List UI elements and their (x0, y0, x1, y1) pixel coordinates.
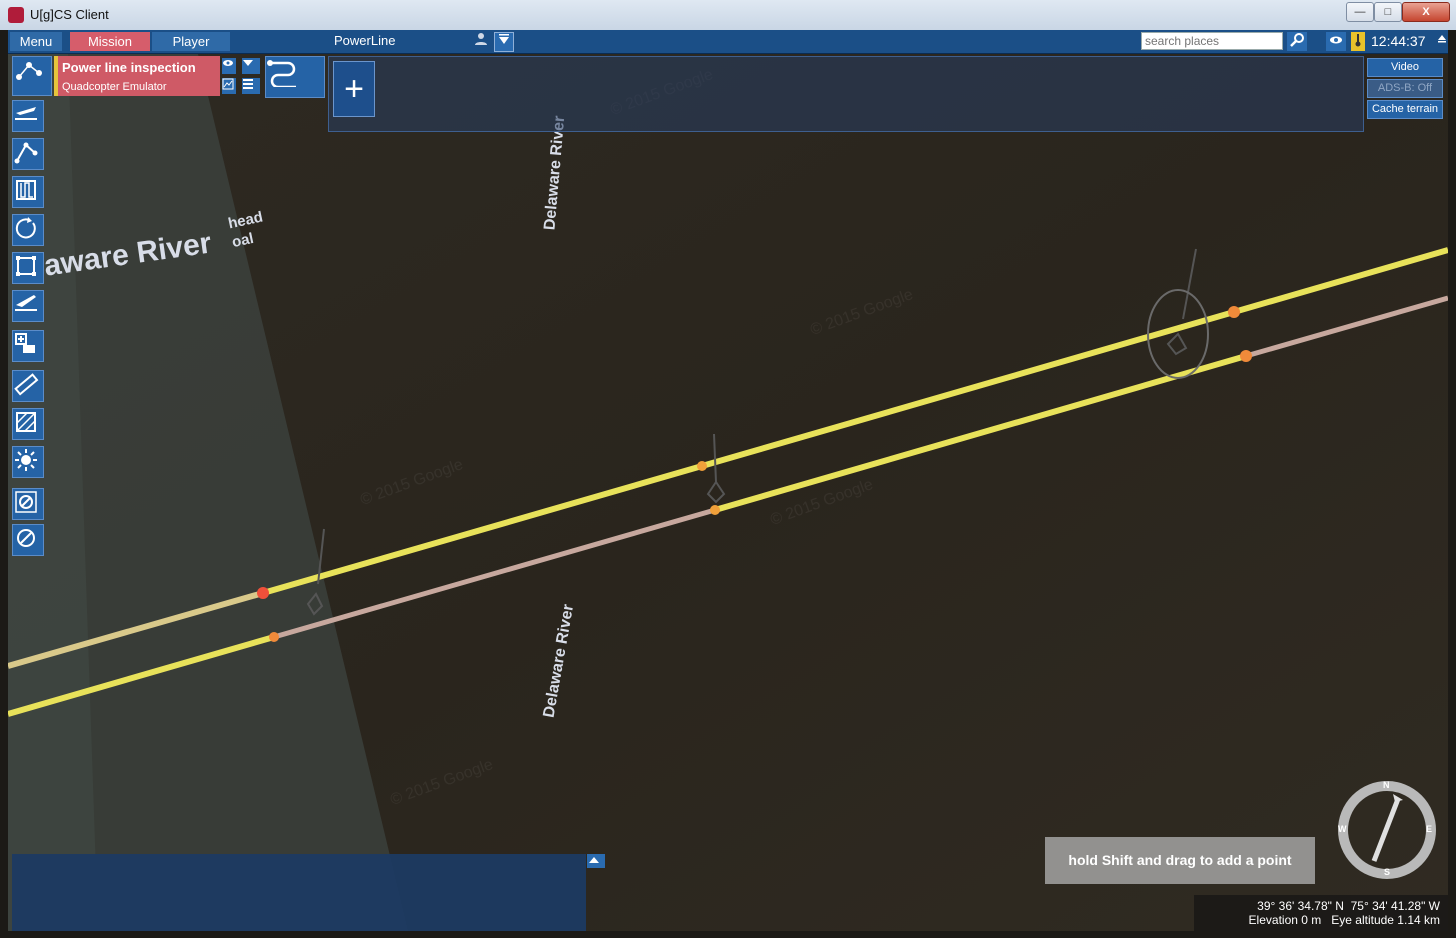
dropdown-icon[interactable] (494, 32, 514, 52)
tab-player[interactable]: Player (152, 32, 230, 51)
route-node-icon[interactable] (12, 56, 52, 96)
chart-icon[interactable] (222, 78, 236, 94)
coordinates-readout: 39° 36' 34.78" N 75° 34' 41.28" W Elevat… (1194, 895, 1448, 931)
waypoint-marker[interactable] (1240, 350, 1252, 362)
bottom-panel (12, 854, 586, 931)
maximize-button[interactable]: □ (1374, 2, 1402, 22)
mission-card-header[interactable]: Power line inspection Quadcopter Emulato… (54, 56, 220, 96)
compass-n: N (1383, 780, 1390, 790)
search-input[interactable] (1141, 32, 1283, 50)
close-button[interactable]: X (1402, 2, 1450, 22)
compass-s: S (1384, 867, 1391, 877)
adsb-button[interactable]: ADS-B: Off (1367, 79, 1443, 98)
add-area-icon[interactable] (12, 330, 44, 362)
menu-button[interactable]: Menu (10, 32, 62, 51)
waypoint-marker[interactable] (1228, 306, 1240, 318)
waypoint-marker[interactable] (257, 587, 269, 599)
mission-name: PowerLine (334, 33, 396, 48)
compass-w: W (1338, 824, 1347, 834)
cache-terrain-button[interactable]: Cache terrain (1367, 100, 1443, 119)
longitude: 75° 34' 41.28" W (1350, 899, 1440, 913)
vehicle-name: Quadcopter Emulator (62, 81, 167, 93)
sun-icon[interactable] (12, 446, 44, 478)
survey-icon[interactable] (12, 176, 44, 208)
app-icon (8, 7, 24, 23)
window-title: U[g]CS Client (30, 7, 109, 22)
tab-mission[interactable]: Mission (70, 32, 150, 51)
mission-editor-panel: + (328, 56, 1364, 132)
map-hint: hold Shift and drag to add a point (1045, 837, 1315, 884)
clock: 12:44:37 (1371, 33, 1426, 49)
route-icon[interactable] (265, 56, 325, 98)
top-menu-bar: Menu Mission Player PowerLine 12:44:37 (8, 30, 1448, 54)
elevation: Elevation 0 m (1248, 913, 1322, 927)
chevron-down-icon[interactable] (242, 58, 260, 74)
ruler-icon[interactable] (12, 370, 44, 402)
add-route-button[interactable]: + (333, 61, 375, 117)
eye-icon[interactable] (1326, 32, 1346, 51)
compass-e: E (1426, 824, 1433, 834)
landing-icon[interactable] (12, 290, 44, 322)
waypoint-marker[interactable] (269, 632, 279, 642)
latitude: 39° 36' 34.78" N (1257, 899, 1344, 913)
waypoint-marker[interactable] (697, 461, 707, 471)
waypoint-icon[interactable] (12, 138, 44, 170)
takeoff-icon[interactable] (12, 100, 44, 132)
list-icon[interactable] (242, 78, 260, 94)
mission-title: Power line inspection (62, 60, 196, 75)
hatch-icon[interactable] (12, 408, 44, 440)
user-icon[interactable] (472, 32, 490, 51)
search-icon[interactable] (1287, 32, 1307, 51)
map-view[interactable]: N S E W aware River head oal Delaware Ri… (8, 54, 1448, 931)
video-button[interactable]: Video (1367, 58, 1443, 77)
expand-panel-icon[interactable] (587, 854, 605, 868)
minimize-button[interactable]: — (1346, 2, 1374, 22)
map-canvas[interactable] (8, 54, 1448, 931)
waypoint-marker[interactable] (710, 505, 720, 515)
thermometer-icon (1351, 32, 1365, 51)
collapse-icon[interactable] (1436, 32, 1447, 51)
eye-altitude: Eye altitude 1.14 km (1331, 913, 1440, 927)
clear-icon[interactable] (12, 524, 44, 556)
perimeter-icon[interactable] (12, 252, 44, 284)
mission-card: Power line inspection Quadcopter Emulato… (8, 54, 262, 98)
circle-icon[interactable] (12, 214, 44, 246)
no-flight-zone-icon[interactable] (12, 488, 44, 520)
window-titlebar: U[g]CS Client — □ X (0, 0, 1456, 30)
eye-icon[interactable] (222, 58, 236, 74)
